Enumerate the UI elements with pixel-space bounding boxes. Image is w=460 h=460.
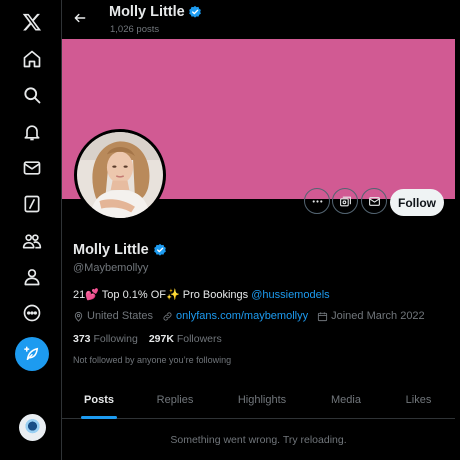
header-name: Molly Little bbox=[109, 4, 185, 20]
explore-icon[interactable] bbox=[13, 76, 51, 114]
profile-tabs: Posts Replies Highlights Media Likes bbox=[62, 380, 455, 419]
feather-plus-icon bbox=[24, 346, 39, 360]
tab-replies[interactable]: Replies bbox=[136, 380, 214, 419]
user-handle: @Maybemollyy bbox=[73, 262, 149, 274]
calendar-icon bbox=[318, 311, 328, 321]
bio-text: 21💕 Top 0.1% OF✨ Pro Bookings bbox=[73, 289, 252, 301]
follow-button[interactable]: Follow bbox=[390, 189, 444, 216]
profile-bio: 21💕 Top 0.1% OF✨ Pro Bookings @hussiemod… bbox=[73, 288, 330, 301]
profile-photo-image bbox=[77, 132, 163, 218]
location-item: United States bbox=[73, 310, 153, 322]
more-dots-icon[interactable] bbox=[304, 188, 330, 214]
more-icon[interactable] bbox=[13, 294, 51, 332]
link-icon bbox=[163, 311, 172, 321]
feed-error-message: Something went wrong. Try reloading. bbox=[170, 434, 347, 446]
x-logo-icon[interactable] bbox=[13, 3, 51, 41]
following-link[interactable]: 373 Following bbox=[73, 333, 138, 345]
profile-column: Molly Little 1,026 posts Follow Molly Li… bbox=[61, 0, 460, 460]
home-icon[interactable] bbox=[13, 40, 51, 78]
header-title: Molly Little bbox=[109, 4, 202, 20]
following-label: Following bbox=[93, 333, 138, 345]
tab-media[interactable]: Media bbox=[310, 380, 382, 419]
grok-icon[interactable] bbox=[13, 185, 51, 223]
side-nav bbox=[0, 0, 62, 460]
website-link[interactable]: onlyfans.com/maybemollyy bbox=[176, 310, 308, 322]
tab-label: Replies bbox=[156, 393, 194, 406]
communities-icon[interactable] bbox=[13, 222, 51, 260]
post-count: 1,026 posts bbox=[110, 24, 160, 35]
profile-meta: United States onlyfans.com/maybemollyy J… bbox=[73, 310, 434, 322]
followers-link[interactable]: 297K Followers bbox=[149, 333, 222, 345]
location-text: United States bbox=[87, 310, 154, 322]
joined-item: Joined March 2022 bbox=[317, 310, 425, 322]
tab-highlights[interactable]: Highlights bbox=[214, 380, 310, 419]
profile-name-row: Molly Little bbox=[73, 242, 167, 258]
verified-badge-icon[interactable] bbox=[153, 243, 167, 257]
tab-label: Likes bbox=[405, 393, 432, 406]
account-avatar-icon[interactable] bbox=[19, 414, 46, 441]
tab-posts[interactable]: Posts bbox=[62, 380, 136, 419]
follow-counts: 373 Following 297K Followers bbox=[73, 333, 222, 345]
messages-icon[interactable] bbox=[13, 149, 51, 187]
verified-badge-icon[interactable] bbox=[188, 5, 202, 19]
profile-avatar[interactable] bbox=[74, 129, 166, 221]
tab-label: Highlights bbox=[237, 393, 287, 406]
tab-likes[interactable]: Likes bbox=[382, 380, 455, 419]
post-button[interactable] bbox=[15, 337, 49, 371]
followers-count: 297K bbox=[148, 333, 174, 345]
followers-label: Followers bbox=[176, 333, 222, 345]
following-count: 373 bbox=[73, 333, 91, 345]
followers-you-know: Not followed by anyone you’re following bbox=[73, 355, 232, 365]
profile-icon[interactable] bbox=[13, 258, 51, 296]
tab-label: Posts bbox=[84, 393, 114, 406]
active-tab-indicator bbox=[81, 416, 117, 419]
notifications-icon[interactable] bbox=[13, 113, 51, 151]
bio-mention-link[interactable]: @hussiemodels bbox=[251, 289, 329, 301]
tab-label: Media bbox=[331, 393, 361, 406]
profile-header: Molly Little 1,026 posts bbox=[62, 0, 460, 39]
subscribe-icon[interactable] bbox=[332, 188, 358, 214]
location-pin-icon bbox=[74, 311, 83, 322]
back-arrow-icon[interactable] bbox=[70, 7, 90, 29]
message-icon[interactable] bbox=[361, 188, 387, 214]
display-name: Molly Little bbox=[73, 242, 149, 258]
joined-date: Joined March 2022 bbox=[331, 310, 425, 322]
website-item: onlyfans.com/maybemollyy bbox=[162, 310, 308, 322]
